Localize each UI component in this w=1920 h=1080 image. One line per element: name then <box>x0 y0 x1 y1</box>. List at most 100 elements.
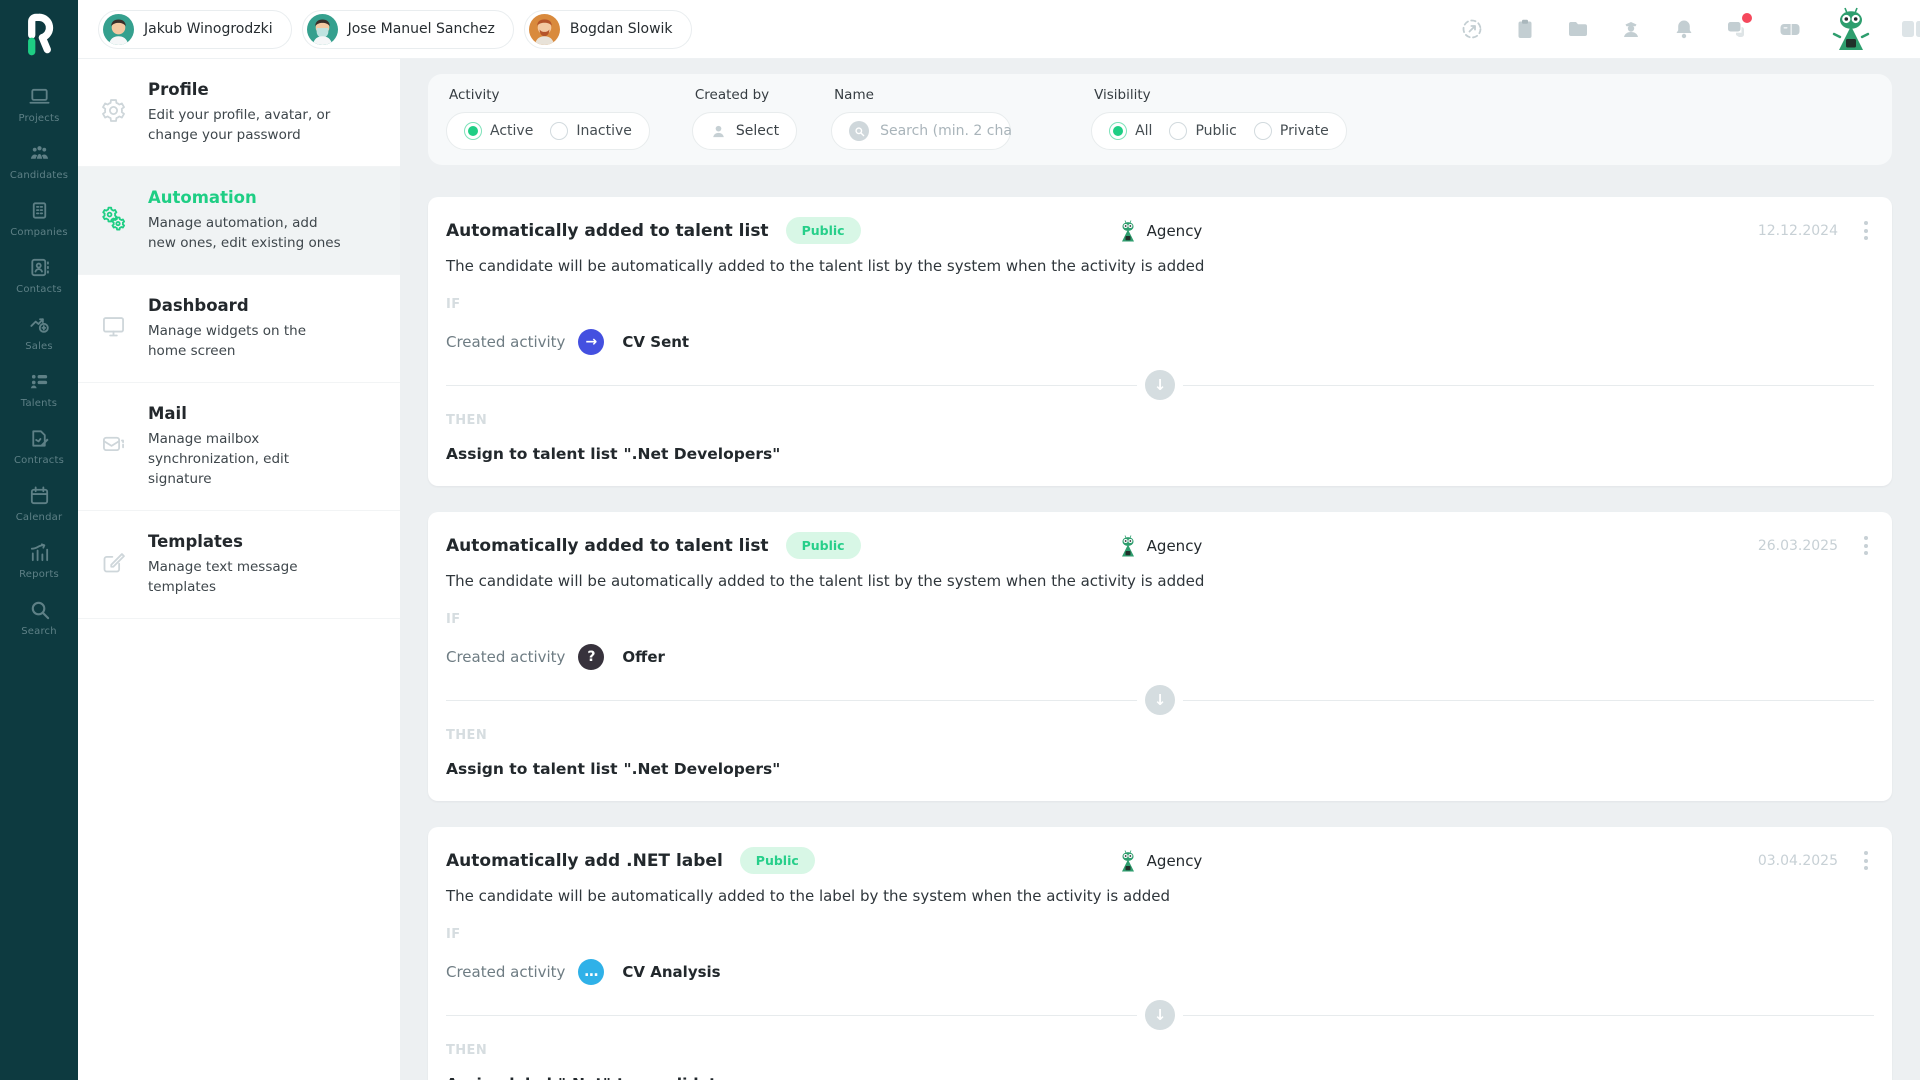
calendar-icon <box>28 484 51 507</box>
radio-option-public[interactable]: Public <box>1169 122 1236 140</box>
mail-icon <box>100 431 130 462</box>
settings-item-mail[interactable]: Mail Manage mailbox synchronization, edi… <box>78 383 400 511</box>
radio-label: Inactive <box>576 123 632 139</box>
card-title: Automatically added to talent list <box>446 536 769 556</box>
created-by-select[interactable]: Select <box>692 112 797 150</box>
if-label: IF <box>446 927 1874 942</box>
settings-item-templates[interactable]: Templates Manage text message templates <box>78 511 400 619</box>
sales-icon <box>28 313 51 336</box>
edit-template-icon <box>100 549 130 580</box>
card-description: The candidate will be automatically adde… <box>446 572 1874 590</box>
condition-text: Created activity <box>446 648 565 666</box>
avatar <box>529 14 560 45</box>
arrow-down-icon[interactable]: ↓ <box>1145 685 1175 715</box>
mailbox-icon[interactable] <box>1778 17 1802 41</box>
action-row: Assign to talent list".Net Developers" <box>446 760 1874 801</box>
radio-label: All <box>1135 123 1152 139</box>
candidates-icon <box>28 142 51 165</box>
chat-icon[interactable] <box>1725 17 1749 41</box>
sidebar-item-label: Candidates <box>10 170 68 181</box>
action-suffix: to candidate <box>617 1075 727 1080</box>
radio-option-all[interactable]: All <box>1109 122 1152 140</box>
radio-unselected[interactable] <box>550 122 568 140</box>
user-chip[interactable]: Jakub Winogrodzki <box>98 10 292 49</box>
sidebar-item-search[interactable]: Search <box>0 589 78 646</box>
user-chip[interactable]: Bogdan Slowik <box>524 10 692 49</box>
target-icon[interactable] <box>1460 17 1484 41</box>
sidebar-item-contacts[interactable]: Contacts <box>0 247 78 304</box>
panel-toggle-icon[interactable] <box>1900 17 1920 41</box>
kebab-menu-icon[interactable] <box>1858 217 1874 244</box>
settings-item-title: Dashboard <box>148 296 344 315</box>
agent-icon[interactable] <box>1619 17 1643 41</box>
filter-name: Name <box>831 87 1011 150</box>
radio-option-inactive[interactable]: Inactive <box>550 122 632 140</box>
sidebar-item-talents[interactable]: Talents <box>0 361 78 418</box>
settings-item-description: Manage widgets on the home screen <box>148 322 344 361</box>
sidebar-item-sales[interactable]: Sales <box>0 304 78 361</box>
radio-option-active[interactable]: Active <box>464 122 533 140</box>
user-chip[interactable]: Jose Manuel Sanchez <box>302 10 514 49</box>
settings-item-automation[interactable]: Automation Manage automation, add new on… <box>78 167 400 275</box>
radio-unselected[interactable] <box>1169 122 1187 140</box>
folder-icon[interactable] <box>1566 17 1590 41</box>
user-chips: Jakub Winogrodzki Jose Manuel Sanchez Bo… <box>98 10 692 49</box>
if-then-divider: ↓ <box>446 999 1874 1031</box>
kebab-menu-icon[interactable] <box>1858 847 1874 874</box>
card-header: Automatically added to talent list Publi… <box>446 512 1874 559</box>
action-row: Assign label".Net"to candidate <box>446 1075 1874 1080</box>
activity-type-icon: ? <box>578 644 604 670</box>
sidebar-item-contracts[interactable]: Contracts <box>0 418 78 475</box>
settings-item-dashboard[interactable]: Dashboard Manage widgets on the home scr… <box>78 275 400 383</box>
sidebar-item-reports[interactable]: Reports <box>0 532 78 589</box>
card-title: Automatically added to talent list <box>446 221 769 241</box>
arrow-down-icon[interactable]: ↓ <box>1145 370 1175 400</box>
action-value: ".Net Developers" <box>624 445 781 463</box>
companies-icon <box>28 199 51 222</box>
activity-name: CV Sent <box>622 333 689 351</box>
logo-r-icon <box>14 9 64 59</box>
kebab-menu-icon[interactable] <box>1858 532 1874 559</box>
sidebar-item-candidates[interactable]: Candidates <box>0 133 78 190</box>
radio-unselected[interactable] <box>1254 122 1272 140</box>
sidebar-item-label: Companies <box>10 227 68 238</box>
reports-icon <box>28 541 51 564</box>
sidebar-item-calendar[interactable]: Calendar <box>0 475 78 532</box>
visibility-radio-group: All Public Private <box>1091 112 1347 150</box>
card-owner: Agency <box>1118 220 1203 242</box>
contracts-icon <box>28 427 51 450</box>
condition-row: Created activity → CV Sent <box>446 329 1874 355</box>
sidebar-item-companies[interactable]: Companies <box>0 190 78 247</box>
settings-item-text: Mail Manage mailbox synchronization, edi… <box>148 404 344 489</box>
filter-label: Name <box>834 87 1011 103</box>
radio-selected[interactable] <box>464 122 482 140</box>
app-logo[interactable] <box>14 8 64 60</box>
automation-card: Automatically added to talent list Publi… <box>428 512 1892 801</box>
bell-icon[interactable] <box>1672 17 1696 41</box>
then-label: THEN <box>446 728 1874 743</box>
card-description: The candidate will be automatically adde… <box>446 257 1874 275</box>
search-icon <box>28 598 51 621</box>
gear-icon <box>100 97 130 128</box>
sidebar-item-label: Projects <box>18 113 59 124</box>
sidebar-item-projects[interactable]: Projects <box>0 76 78 133</box>
arrow-down-icon[interactable]: ↓ <box>1145 1000 1175 1030</box>
clipboard-icon[interactable] <box>1513 17 1537 41</box>
main-sidebar: Projects Candidates Companies Contacts S… <box>0 0 78 1080</box>
if-label: IF <box>446 612 1874 627</box>
filter-created-by: Created by Select <box>692 87 797 150</box>
name-search-pill[interactable] <box>831 112 1011 150</box>
sidebar-item-label: Reports <box>19 569 59 580</box>
topbar-icons <box>1460 7 1910 51</box>
radio-option-private[interactable]: Private <box>1254 122 1329 140</box>
agency-robot-icon <box>1118 850 1138 872</box>
activity-name: CV Analysis <box>622 963 720 981</box>
action-prefix: Assign to talent list <box>446 760 618 778</box>
contacts-icon <box>28 256 51 279</box>
settings-item-text: Automation Manage automation, add new on… <box>148 188 344 253</box>
settings-item-profile[interactable]: Profile Edit your profile, avatar, or ch… <box>78 59 400 167</box>
automation-gears-icon <box>100 205 130 236</box>
radio-selected[interactable] <box>1109 122 1127 140</box>
robot-avatar[interactable] <box>1831 7 1871 51</box>
name-search-input[interactable] <box>880 123 1012 139</box>
